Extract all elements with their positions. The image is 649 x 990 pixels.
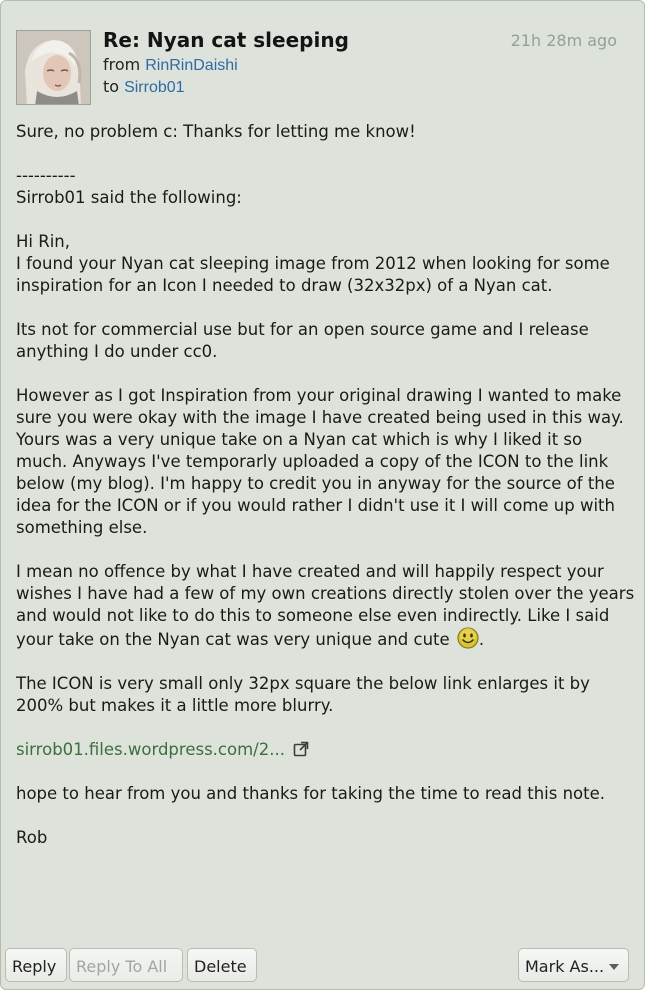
to-label: to	[103, 77, 120, 96]
recipient-line: to Sirrob01	[103, 77, 185, 97]
sentence-end: .	[478, 630, 485, 649]
body-paragraph: However as I got Inspiration from your o…	[16, 386, 624, 537]
message-subject: Re: Nyan cat sleeping	[103, 28, 349, 52]
signature: Rob	[16, 828, 48, 847]
from-label: from	[103, 55, 141, 74]
external-link-icon[interactable]	[293, 741, 309, 757]
message-timestamp: 21h 28m ago	[510, 31, 617, 50]
body-paragraph-with-emoticon: I mean no offence by what I have created…	[16, 561, 636, 651]
sender-line: from RinRinDaishi	[103, 55, 238, 75]
sender-username-link[interactable]: RinRinDaishi	[145, 57, 237, 74]
body-paragraph: The ICON is very small only 32px square …	[16, 674, 590, 715]
smiley-emoticon-icon	[457, 627, 479, 649]
message-body: Sure, no problem c: Thanks for letting m…	[16, 121, 636, 849]
caret-down-icon	[609, 964, 620, 970]
link-paragraph: sirrob01.files.wordpress.com/2...	[16, 739, 636, 761]
reply-button[interactable]: Reply	[5, 948, 67, 982]
body-paragraph: Hi Rin, I found your Nyan cat sleeping i…	[16, 232, 610, 295]
sender-avatar[interactable]	[16, 30, 91, 105]
recipient-username-link[interactable]: Sirrob01	[124, 79, 184, 96]
delete-button[interactable]: Delete	[187, 948, 257, 982]
quoted-header: ---------- Sirrob01 said the following:	[16, 166, 242, 207]
mark-as-dropdown[interactable]: Mark As...	[518, 948, 629, 982]
body-paragraph: hope to hear from you and thanks for tak…	[16, 784, 606, 803]
body-paragraph: Its not for commercial use but for an op…	[16, 320, 589, 361]
reply-to-all-button[interactable]: Reply To All	[69, 948, 183, 982]
mark-as-label: Mark As...	[525, 957, 605, 976]
message-panel: Re: Nyan cat sleeping from RinRinDaishi t…	[0, 0, 645, 990]
blog-link[interactable]: sirrob01.files.wordpress.com/2...	[16, 740, 285, 759]
body-paragraph-text: I mean no offence by what I have created…	[16, 562, 635, 649]
body-paragraph: Sure, no problem c: Thanks for letting m…	[16, 122, 416, 141]
